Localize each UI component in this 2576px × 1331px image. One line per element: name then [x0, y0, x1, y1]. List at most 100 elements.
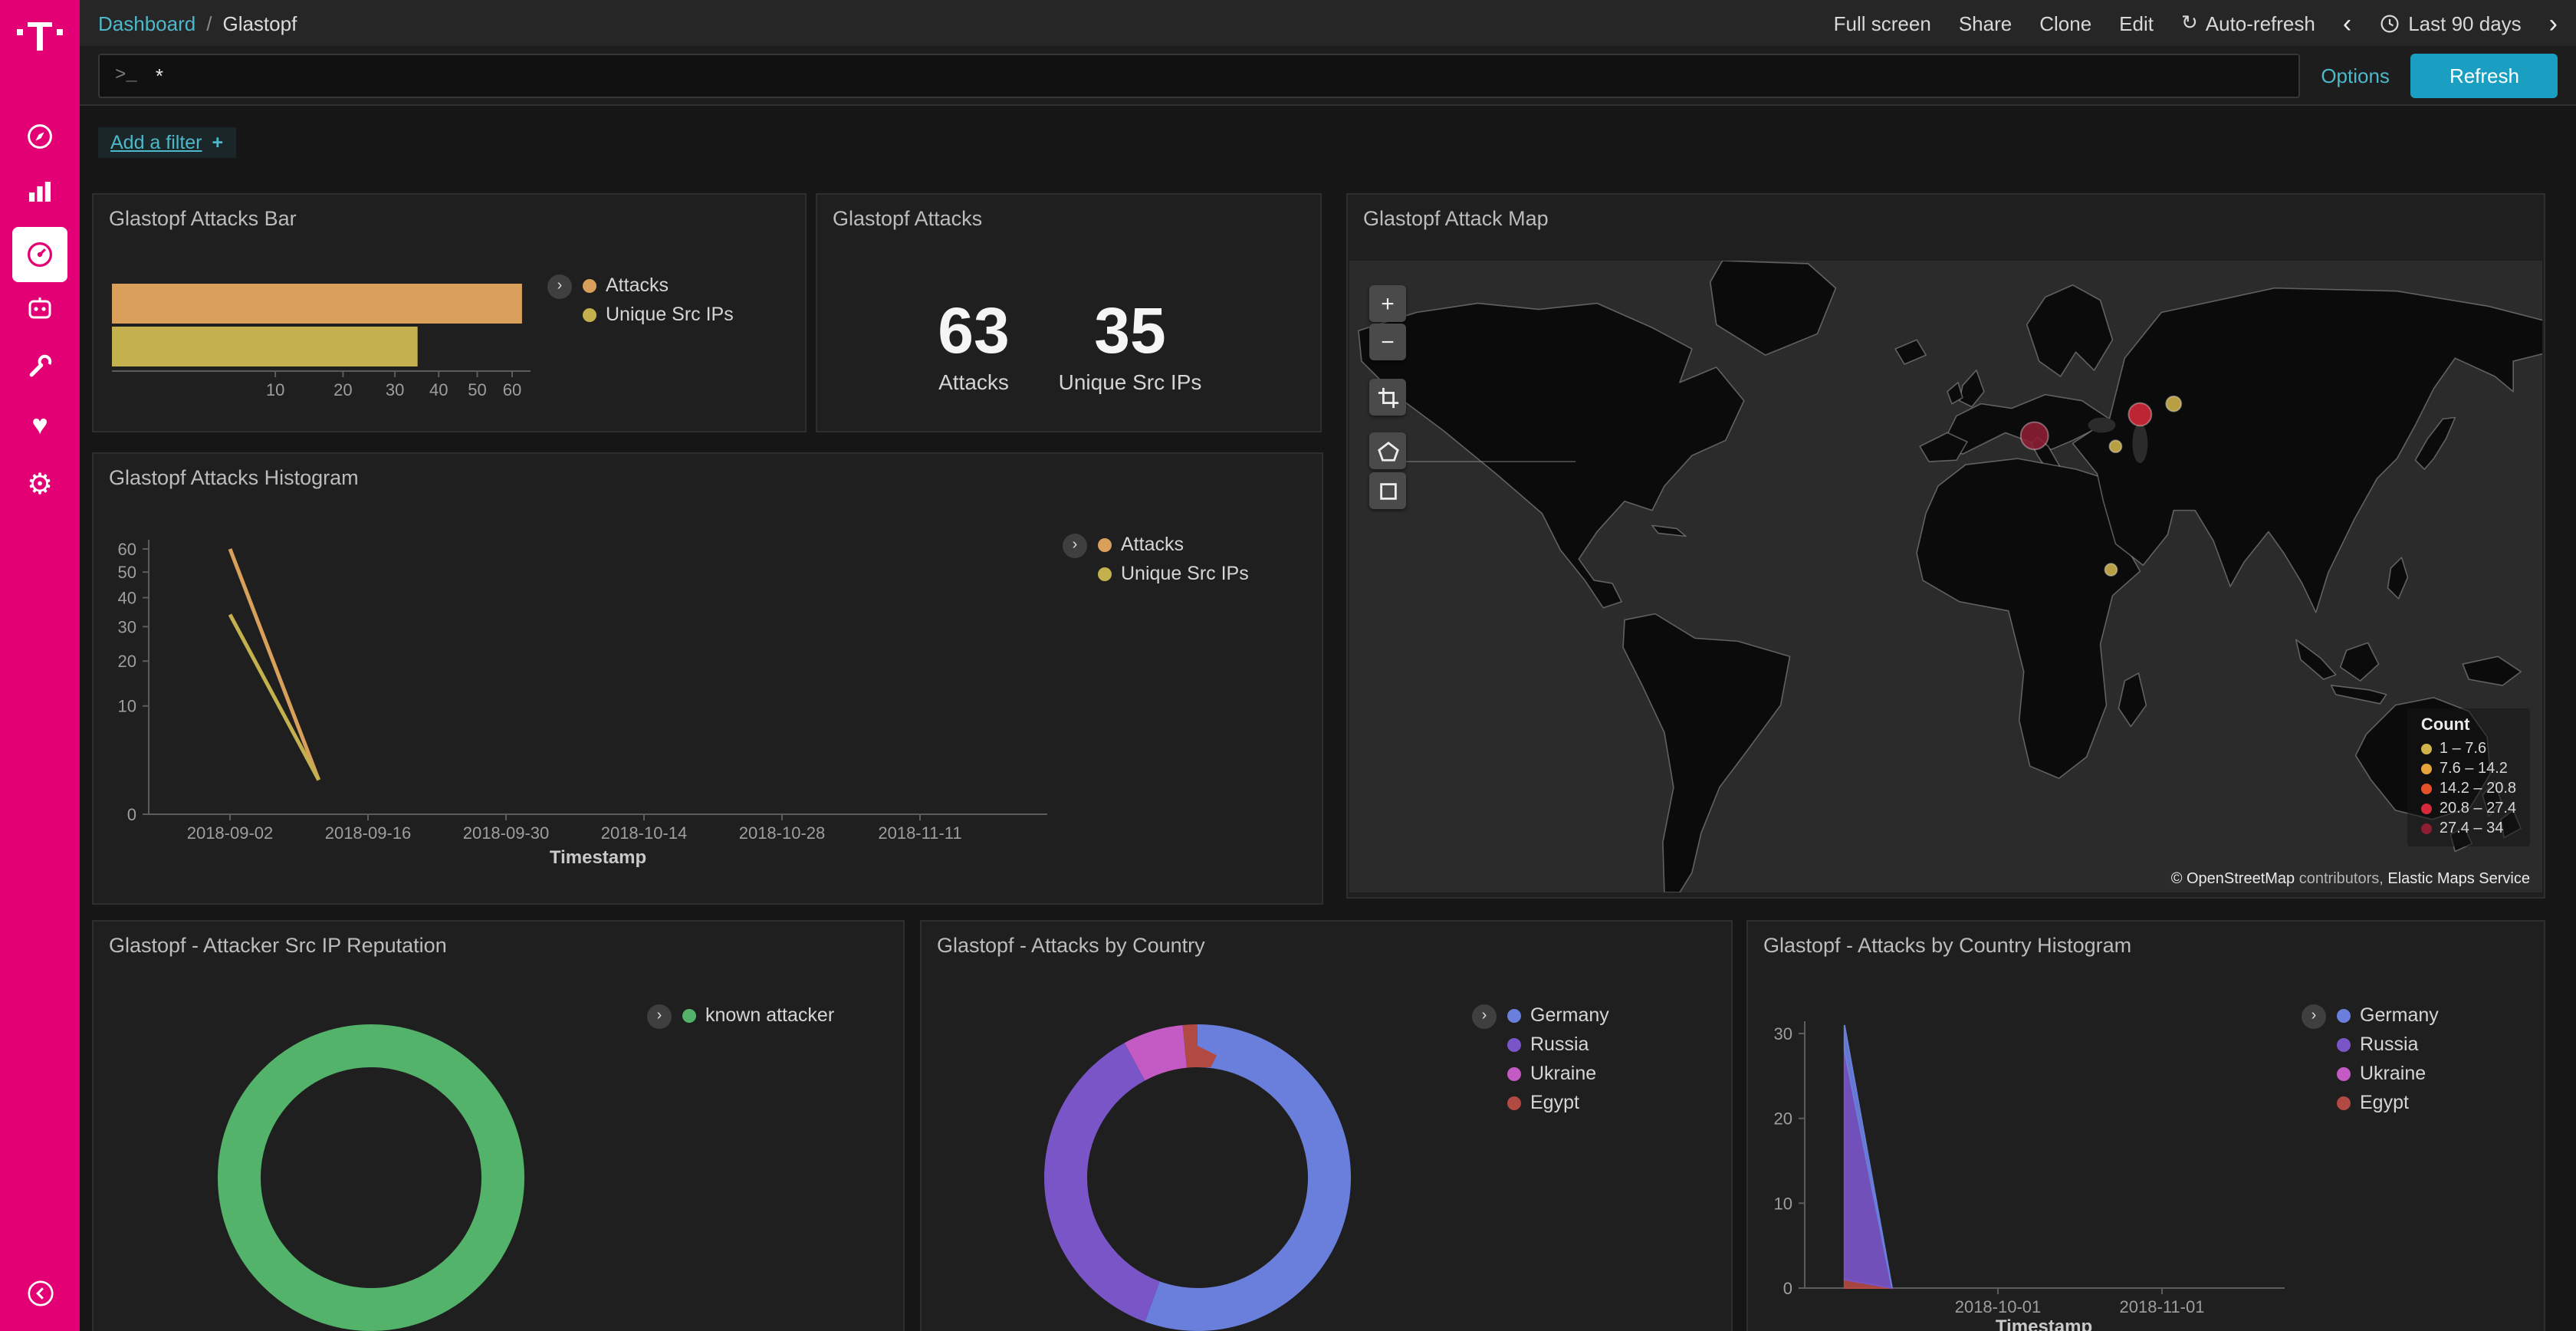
ems-attribution-link[interactable]: Elastic Maps Service	[2387, 871, 2530, 888]
map-count-legend: Count 1 – 7.67.6 – 14.214.2 – 20.820.8 –…	[2407, 708, 2530, 846]
legend-swatch	[1098, 567, 1112, 580]
map-legend-swatch	[2421, 744, 2432, 754]
robot-face-icon	[25, 293, 55, 324]
bar-Attacks[interactable]	[112, 284, 522, 324]
breadcrumb: Dashboard / Glastopf	[98, 12, 297, 35]
attack-location-dot[interactable]	[2128, 403, 2151, 426]
world-map-svg	[1349, 261, 2542, 892]
chart-legend: › known attacker	[647, 1004, 834, 1029]
auto-refresh-button[interactable]: ↻ Auto-refresh	[2181, 11, 2315, 35]
sidebar-item-discover[interactable]	[0, 110, 80, 163]
y-axis-tick-label: 50	[118, 563, 136, 582]
attack-location-dot[interactable]	[2166, 396, 2181, 412]
osm-attribution-link[interactable]: © OpenStreetMap	[2171, 871, 2295, 888]
legend-item[interactable]: Germany	[2337, 1004, 2439, 1026]
landmass	[2331, 685, 2387, 704]
top-actions: Full screen Share Clone Edit ↻ Auto-refr…	[1834, 10, 2558, 36]
refresh-button[interactable]: Refresh	[2411, 53, 2558, 97]
legend-item[interactable]: Germany	[1507, 1004, 1609, 1026]
legend-swatch	[583, 307, 596, 321]
time-forward-chevron[interactable]: ›	[2549, 10, 2558, 36]
breadcrumb-current-page: Glastopf	[222, 12, 297, 35]
sidebar-item-monitoring[interactable]: ♥	[0, 399, 80, 451]
clone-button[interactable]: Clone	[2039, 12, 2091, 35]
options-link[interactable]: Options	[2321, 64, 2390, 87]
query-bar: >_ * Options Refresh	[80, 46, 2576, 106]
query-prompt-icon: >_	[115, 64, 137, 86]
time-picker[interactable]: Last 90 days	[2379, 12, 2521, 35]
chart-legend: › Attacks Unique Src IPs	[547, 274, 734, 325]
legend-toggle-button[interactable]: ›	[2302, 1004, 2326, 1029]
panel-title: Glastopf Attacks	[817, 195, 1320, 230]
map-zoom-out-button[interactable]: −	[1369, 324, 1406, 360]
legend-item[interactable]: known attacker	[682, 1004, 834, 1026]
logo-dot	[58, 29, 64, 35]
map-draw-rectangle-button[interactable]	[1369, 472, 1406, 509]
map-draw-polygon-button[interactable]	[1369, 432, 1406, 469]
map-fit-bounds-button[interactable]	[1369, 379, 1406, 416]
add-filter-link[interactable]: Add a filter +	[98, 127, 235, 158]
legend-item[interactable]: Ukraine	[2337, 1063, 2439, 1084]
pie-slice-known attacker[interactable]	[239, 1046, 503, 1310]
legend-swatch	[1507, 1008, 1521, 1022]
panel-glastopf-attacks-bar: Glastopf Attacks Bar 102030405060 › Atta…	[92, 193, 807, 432]
top-navigation-bar: Dashboard / Glastopf Full screen Share C…	[80, 0, 2576, 46]
share-button[interactable]: Share	[1959, 12, 2012, 35]
query-input[interactable]: >_ *	[98, 53, 2299, 97]
legend-toggle-button[interactable]: ›	[1472, 1004, 1497, 1029]
map-legend-row: 7.6 – 14.2	[2421, 759, 2516, 779]
caspian-sea	[2132, 423, 2147, 463]
attack-location-dot[interactable]	[2021, 422, 2049, 449]
bar-Unique Src IPs[interactable]	[112, 327, 418, 366]
line-series-Unique Src IPs[interactable]	[230, 615, 319, 781]
legend-item[interactable]: Attacks	[583, 274, 734, 296]
wrench-icon	[25, 351, 55, 382]
legend-item[interactable]: Attacks	[1098, 534, 1249, 555]
y-axis-tick-label: 30	[1774, 1024, 1792, 1043]
crop-icon	[1376, 386, 1399, 409]
legend-swatch	[2337, 1096, 2351, 1109]
legend-toggle-button[interactable]: ›	[547, 274, 572, 299]
y-axis-tick-label: 10	[1774, 1194, 1792, 1213]
attack-location-dot[interactable]	[2104, 564, 2117, 576]
legend-item[interactable]: Russia	[2337, 1034, 2439, 1055]
time-back-chevron[interactable]: ‹	[2343, 10, 2351, 36]
sidebar-item-management[interactable]: ⚙	[0, 458, 80, 511]
breadcrumb-dashboard-link[interactable]: Dashboard	[98, 12, 196, 35]
polygon-icon	[1376, 439, 1399, 462]
line-series-Attacks[interactable]	[230, 549, 319, 780]
legend-items: Germany Russia Ukraine Egypt	[1507, 1004, 1609, 1113]
sidebar-item-devtools[interactable]	[0, 340, 80, 393]
x-axis-tick-label: 2018-09-02	[187, 823, 274, 843]
legend-toggle-button[interactable]: ›	[647, 1004, 672, 1029]
legend-item[interactable]: Unique Src IPs	[1098, 563, 1249, 584]
map-zoom-in-button[interactable]: +	[1369, 285, 1406, 322]
landmass	[1652, 525, 1686, 536]
filter-bar: Add a filter +	[80, 107, 2576, 193]
panel-glastopf-attack-map: Glastopf Attack Map	[1346, 193, 2545, 899]
landmass	[1359, 304, 1744, 608]
full-screen-button[interactable]: Full screen	[1834, 12, 1931, 35]
legend-item[interactable]: Egypt	[1507, 1092, 1609, 1113]
legend-items: known attacker	[682, 1004, 834, 1026]
sidebar-item-visualize[interactable]	[0, 166, 80, 218]
legend-item[interactable]: Unique Src IPs	[583, 304, 734, 325]
sidebar-collapse-button[interactable]	[0, 1267, 80, 1319]
landmass	[2341, 642, 2379, 681]
attack-location-dot[interactable]	[2109, 440, 2121, 452]
logo-letter: T	[28, 14, 53, 60]
landmass	[1960, 370, 1984, 407]
legend-item[interactable]: Ukraine	[1507, 1063, 1609, 1084]
black-sea	[2088, 418, 2116, 433]
heartbeat-icon: ♥	[31, 411, 48, 439]
world-map[interactable]: + − Count	[1349, 261, 2542, 892]
telekom-logo[interactable]: T	[0, 14, 80, 60]
legend-label: Ukraine	[2360, 1063, 2426, 1084]
sidebar-item-dashboard[interactable]	[0, 228, 80, 281]
sidebar-item-tpot[interactable]	[0, 282, 80, 334]
legend-toggle-button[interactable]: ›	[1063, 534, 1087, 558]
stacked-area-chart: 01020302018-10-012018-11-01Timestamp	[1748, 922, 2545, 1331]
legend-item[interactable]: Russia	[1507, 1034, 1609, 1055]
legend-item[interactable]: Egypt	[2337, 1092, 2439, 1113]
edit-button[interactable]: Edit	[2119, 12, 2154, 35]
